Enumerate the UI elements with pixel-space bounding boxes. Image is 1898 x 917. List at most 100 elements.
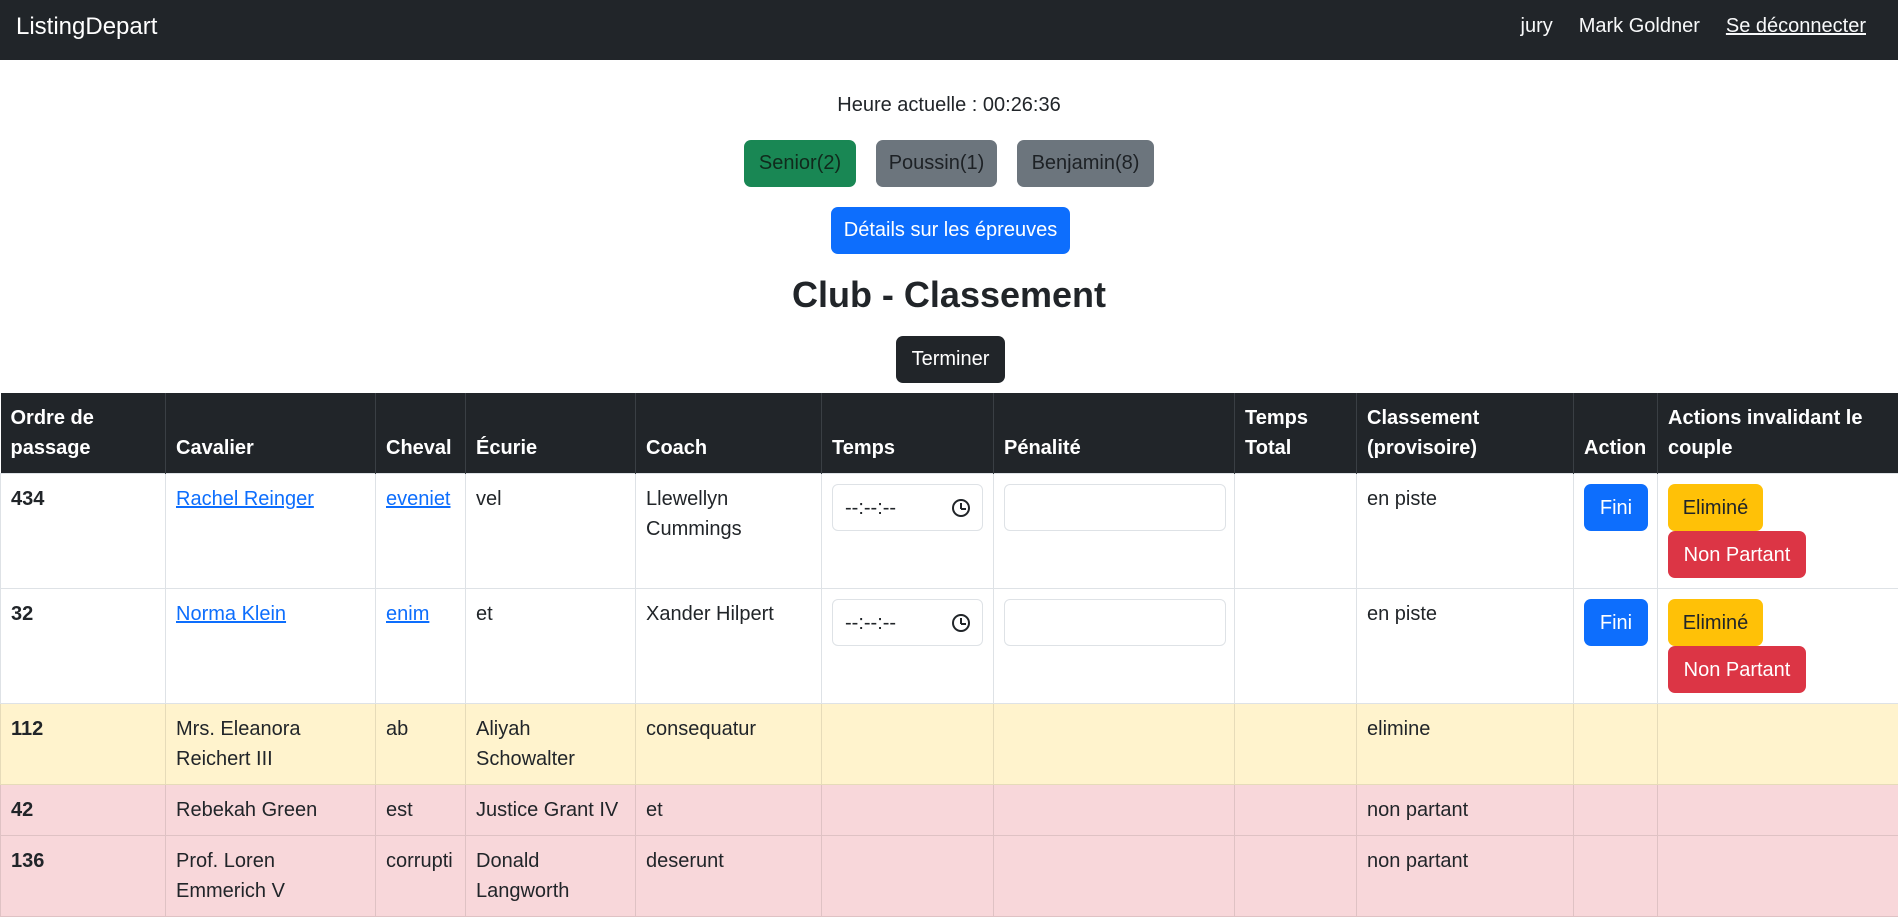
cell-ordre: 32 [1, 589, 166, 704]
navbar-right: jury Mark Goldner Se déconnecter [1521, 15, 1867, 38]
penalty-input[interactable] [1004, 599, 1226, 646]
cell-ecurie: vel [466, 474, 636, 589]
cell-temps: --:--:-- [822, 474, 994, 589]
time-placeholder: --:--:-- [845, 608, 896, 638]
cell-temps: --:--:-- [822, 589, 994, 704]
cell-temps-total [1235, 785, 1357, 836]
cell-penalite [994, 474, 1235, 589]
cheval-link[interactable]: eveniet [386, 488, 451, 510]
header-actions-invalidant: Actions invalidant le couple [1658, 393, 1898, 474]
table-row: 42 Rebekah Green est Justice Grant IV et… [1, 785, 1898, 836]
cell-classement: elimine [1357, 704, 1574, 785]
table-row: 112 Mrs. Eleanora Reichert III ab Aliyah… [1, 704, 1898, 785]
header-temps: Temps [822, 393, 994, 474]
cell-cavalier: Prof. Loren Emmerich V [166, 836, 376, 917]
cell-penalite [994, 836, 1235, 917]
header-penalite: Pénalité [994, 393, 1235, 474]
header-classement: Classement (provisoire) [1357, 393, 1574, 474]
category-button-poussin[interactable]: Poussin(1) [876, 140, 997, 187]
time-placeholder: --:--:-- [845, 493, 896, 523]
cell-temps [822, 836, 994, 917]
cell-ecurie: Donald Langworth [466, 836, 636, 917]
cell-actions-invalidant [1658, 836, 1898, 917]
cell-coach: et [636, 785, 822, 836]
header-cheval: Cheval [376, 393, 466, 474]
cell-actions-invalidant [1658, 785, 1898, 836]
header-ecurie: Écurie [466, 393, 636, 474]
time-input[interactable]: --:--:-- [832, 484, 983, 531]
cell-cheval: ab [376, 704, 466, 785]
page-title: Club - Classement [0, 274, 1898, 316]
cheval-link[interactable]: enim [386, 603, 429, 625]
cell-ecurie: Justice Grant IV [466, 785, 636, 836]
header-ordre: Ordre de passage [1, 393, 166, 474]
cell-temps [822, 704, 994, 785]
header-cavalier: Cavalier [166, 393, 376, 474]
cell-penalite [994, 704, 1235, 785]
cell-actions-invalidant: Eliminé Non Partant [1658, 589, 1898, 704]
cell-actions-invalidant: Eliminé Non Partant [1658, 474, 1898, 589]
cell-action [1574, 704, 1658, 785]
details-button[interactable]: Détails sur les épreuves [831, 207, 1070, 254]
table-row: 434 Rachel Reinger eveniet vel Llewellyn… [1, 474, 1898, 589]
cavalier-link[interactable]: Norma Klein [176, 603, 286, 625]
cell-classement: en piste [1357, 589, 1574, 704]
cell-coach: Llewellyn Cummings [636, 474, 822, 589]
table-header-row: Ordre de passage Cavalier Cheval Écurie … [1, 393, 1898, 474]
cell-action [1574, 785, 1658, 836]
cell-cheval: est [376, 785, 466, 836]
nav-role: jury [1521, 15, 1553, 38]
cell-cheval: eveniet [376, 474, 466, 589]
cell-temps-total [1235, 589, 1357, 704]
cell-cheval: enim [376, 589, 466, 704]
cell-ordre: 42 [1, 785, 166, 836]
cell-ordre: 434 [1, 474, 166, 589]
category-buttons: Senior(2) Poussin(1) Benjamin(8) [0, 140, 1898, 187]
logout-link[interactable]: Se déconnecter [1726, 15, 1866, 38]
cell-temps-total [1235, 704, 1357, 785]
cell-ecurie: Aliyah Schowalter [466, 704, 636, 785]
brand[interactable]: ListingDepart [16, 13, 157, 41]
time-input[interactable]: --:--:-- [832, 599, 983, 646]
cell-cavalier: Norma Klein [166, 589, 376, 704]
clock-icon[interactable] [952, 614, 970, 632]
cavalier-link[interactable]: Rachel Reinger [176, 488, 314, 510]
cell-cavalier: Mrs. Eleanora Reichert III [166, 704, 376, 785]
cell-actions-invalidant [1658, 704, 1898, 785]
category-button-senior[interactable]: Senior(2) [744, 140, 856, 187]
cell-coach: deserunt [636, 836, 822, 917]
fini-button[interactable]: Fini [1584, 599, 1648, 646]
category-button-benjamin[interactable]: Benjamin(8) [1017, 140, 1154, 187]
elimine-button[interactable]: Eliminé [1668, 599, 1763, 646]
elimine-button[interactable]: Eliminé [1668, 484, 1763, 531]
cell-ecurie: et [466, 589, 636, 704]
cell-temps-total [1235, 474, 1357, 589]
header-action: Action [1574, 393, 1658, 474]
cell-temps-total [1235, 836, 1357, 917]
table-row: 136 Prof. Loren Emmerich V corrupti Dona… [1, 836, 1898, 917]
cell-coach: Xander Hilpert [636, 589, 822, 704]
header-temps-total: Temps Total [1235, 393, 1357, 474]
table-row: 32 Norma Klein enim et Xander Hilpert --… [1, 589, 1898, 704]
current-time: Heure actuelle : 00:26:36 [0, 94, 1898, 117]
navbar: ListingDepart jury Mark Goldner Se décon… [0, 0, 1898, 60]
cell-classement: non partant [1357, 785, 1574, 836]
cell-cheval: corrupti [376, 836, 466, 917]
cell-ordre: 112 [1, 704, 166, 785]
ranking-table: Ordre de passage Cavalier Cheval Écurie … [0, 393, 1898, 917]
cell-action: Fini [1574, 589, 1658, 704]
terminer-button[interactable]: Terminer [896, 336, 1005, 383]
penalty-input[interactable] [1004, 484, 1226, 531]
header-coach: Coach [636, 393, 822, 474]
nav-user: Mark Goldner [1579, 15, 1700, 38]
cell-ordre: 136 [1, 836, 166, 917]
cell-classement: non partant [1357, 836, 1574, 917]
cell-temps [822, 785, 994, 836]
clock-icon[interactable] [952, 499, 970, 517]
fini-button[interactable]: Fini [1584, 484, 1648, 531]
non-partant-button[interactable]: Non Partant [1668, 531, 1806, 578]
cell-action [1574, 836, 1658, 917]
non-partant-button[interactable]: Non Partant [1668, 646, 1806, 693]
cell-coach: consequatur [636, 704, 822, 785]
cell-cavalier: Rebekah Green [166, 785, 376, 836]
